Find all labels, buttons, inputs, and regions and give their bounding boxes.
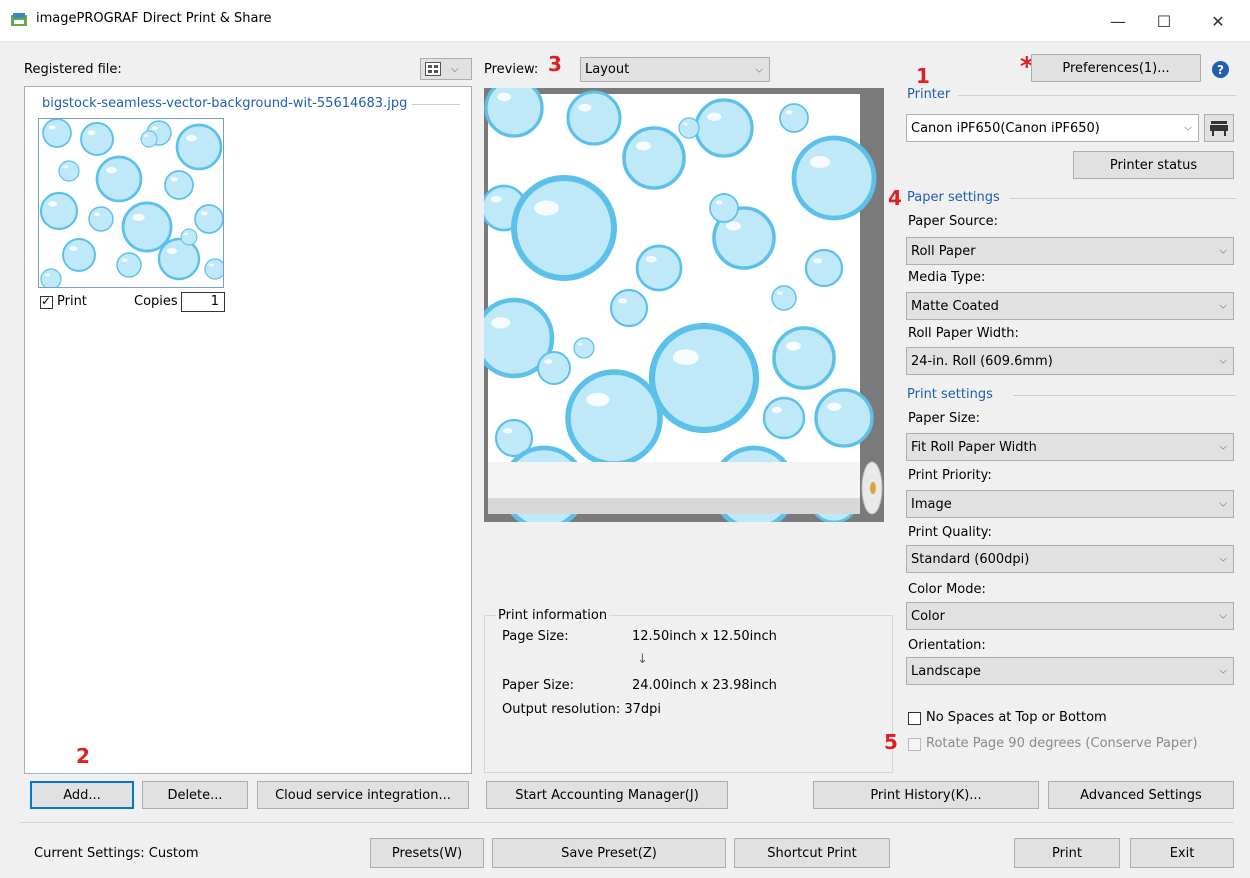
paper-source-value: Roll Paper	[911, 243, 976, 259]
marker-1: 1	[916, 64, 930, 88]
printer-group-line	[958, 95, 1236, 96]
maximize-button[interactable]: ☐	[1141, 6, 1187, 36]
print-checkbox[interactable]	[40, 294, 53, 309]
thumbnail-view-icon	[425, 62, 441, 76]
rotate-page-checkbox[interactable]	[908, 738, 921, 751]
media-type-value: Matte Coated	[911, 298, 999, 314]
output-resolution: Output resolution: 37dpi	[502, 702, 661, 717]
add-button[interactable]: Add...	[30, 781, 134, 809]
file-name[interactable]: bigstock-seamless-vector-background-wit-…	[42, 96, 407, 111]
print-priority-select[interactable]: Image ⌵	[906, 490, 1234, 518]
print-quality-select[interactable]: Standard (600dpi) ⌵	[906, 545, 1234, 573]
rotate-page-label: Rotate Page 90 degrees (Conserve Paper)	[926, 736, 1198, 751]
minimize-button[interactable]: —	[1095, 6, 1141, 36]
media-type-select[interactable]: Matte Coated ⌵	[906, 292, 1234, 320]
marker-4: 4	[888, 186, 902, 210]
close-button[interactable]: ✕	[1195, 6, 1241, 36]
preferences-button[interactable]: Preferences(1)...	[1031, 54, 1201, 82]
print-priority-label: Print Priority:	[908, 468, 992, 483]
paper-size-select[interactable]: Fit Roll Paper Width ⌵	[906, 433, 1234, 461]
orientation-select[interactable]: Landscape ⌵	[906, 657, 1234, 685]
advanced-settings-button[interactable]: Advanced Settings	[1048, 781, 1234, 809]
print-quality-value: Standard (600dpi)	[911, 551, 1030, 567]
no-spaces-checkbox[interactable]	[908, 712, 921, 725]
printer-icon	[1210, 121, 1228, 136]
help-icon[interactable]: ?	[1212, 61, 1229, 78]
print-checkbox-label: Print	[57, 294, 87, 309]
color-mode-select[interactable]: Color ⌵	[906, 602, 1234, 630]
preview-canvas	[473, 78, 884, 531]
bottom-separator	[20, 822, 1234, 823]
exit-button[interactable]: Exit	[1130, 838, 1234, 868]
paper-size-setting-label: Paper Size:	[908, 411, 981, 426]
preview-mode-select[interactable]: Layout ⌵	[580, 57, 770, 82]
paper-size-value: 24.00inch x 23.98inch	[632, 678, 777, 693]
orientation-label: Orientation:	[908, 638, 986, 653]
print-settings-label: Print settings	[907, 387, 993, 402]
roll-paper-preview	[473, 78, 883, 531]
paper-size-label: Paper Size:	[502, 678, 575, 693]
media-type-label: Media Type:	[908, 270, 986, 285]
marker-5: 5	[884, 730, 898, 754]
chevron-down-icon: ⌵	[1219, 553, 1227, 565]
printer-status-button[interactable]: Printer status	[1073, 151, 1234, 179]
page-size-label: Page Size:	[502, 629, 569, 644]
arrow-down-icon: ↓	[637, 652, 648, 667]
shortcut-print-button[interactable]: Shortcut Print	[734, 838, 890, 868]
print-button[interactable]: Print	[1014, 838, 1120, 868]
cloud-service-button[interactable]: Cloud service integration...	[257, 781, 469, 809]
presets-button[interactable]: Presets(W)	[370, 838, 484, 868]
accounting-manager-button[interactable]: Start Accounting Manager(J)	[486, 781, 728, 809]
chevron-down-icon: ⌵	[1184, 122, 1192, 134]
view-mode-dropdown[interactable]: ⌵	[420, 58, 472, 80]
current-settings-status: Current Settings: Custom	[34, 846, 199, 861]
copies-label: Copies	[134, 294, 178, 309]
page-size-value: 12.50inch x 12.50inch	[632, 629, 777, 644]
print-priority-value: Image	[911, 496, 952, 512]
printer-icon-button[interactable]	[1204, 114, 1234, 142]
preview-label: Preview:	[484, 62, 539, 77]
chevron-down-icon: ⌵	[1219, 498, 1227, 510]
bubble-thumbnail-image	[39, 119, 223, 287]
printer-select[interactable]: Canon iPF650(Canon iPF650) ⌵	[906, 114, 1199, 142]
printer-group-label: Printer	[907, 87, 951, 102]
chevron-down-icon: ⌵	[1219, 355, 1227, 367]
orientation-value: Landscape	[911, 663, 981, 679]
no-spaces-label: No Spaces at Top or Bottom	[926, 710, 1107, 725]
roll-width-value: 24-in. Roll (609.6mm)	[911, 353, 1053, 369]
color-mode-value: Color	[911, 608, 945, 624]
print-history-button[interactable]: Print History(K)...	[813, 781, 1039, 809]
roll-width-select[interactable]: 24-in. Roll (609.6mm) ⌵	[906, 347, 1234, 375]
app-icon	[10, 12, 28, 28]
printer-value: Canon iPF650(Canon iPF650)	[911, 120, 1100, 136]
paper-settings-line	[1010, 198, 1236, 199]
chevron-down-icon: ⌵	[1219, 665, 1227, 677]
chevron-down-icon: ⌵	[1219, 610, 1227, 622]
marker-2: 2	[76, 744, 90, 768]
chevron-down-icon: ⌵	[755, 64, 763, 75]
chevron-down-icon: ⌵	[1219, 300, 1227, 312]
file-thumbnail[interactable]	[38, 118, 224, 288]
print-settings-line	[1013, 395, 1236, 396]
marker-3: 3	[548, 52, 562, 76]
file-divider	[412, 104, 460, 105]
preview-mode-value: Layout	[585, 62, 630, 77]
color-mode-label: Color Mode:	[908, 582, 986, 597]
chevron-down-icon: ⌵	[1219, 441, 1227, 453]
print-information-title: Print information	[496, 608, 610, 623]
print-quality-label: Print Quality:	[908, 525, 992, 540]
paper-size-setting-value: Fit Roll Paper Width	[911, 439, 1037, 455]
registered-file-label: Registered file:	[24, 62, 122, 77]
roll-width-label: Roll Paper Width:	[908, 326, 1019, 341]
copies-input[interactable]: 1	[181, 292, 225, 312]
window-title: imagePROGRAF Direct Print & Share	[36, 11, 272, 26]
paper-settings-label: Paper settings	[907, 190, 1000, 205]
paper-source-label: Paper Source:	[908, 214, 998, 229]
delete-button[interactable]: Delete...	[142, 781, 248, 809]
paper-source-select[interactable]: Roll Paper ⌵	[906, 237, 1234, 265]
chevron-down-icon: ⌵	[451, 63, 459, 75]
chevron-down-icon: ⌵	[1219, 245, 1227, 257]
save-preset-button[interactable]: Save Preset(Z)	[492, 838, 726, 868]
